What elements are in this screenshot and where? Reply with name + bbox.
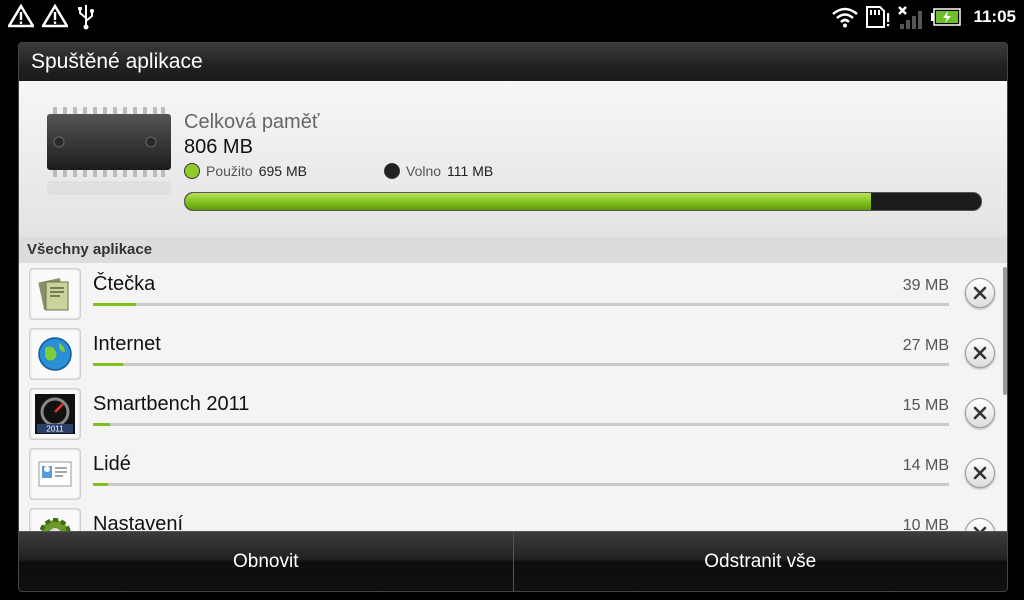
memory-title: Celková paměť <box>184 111 320 133</box>
app-memory-size: 10 MB <box>902 517 949 531</box>
stop-app-button[interactable] <box>965 398 995 428</box>
stop-app-button[interactable] <box>965 458 995 488</box>
memory-usage-bar <box>184 192 982 211</box>
used-dot-icon <box>184 163 200 179</box>
free-label: Volno <box>406 163 442 179</box>
app-name: Nastavení <box>93 513 184 531</box>
app-memory-fill <box>93 363 123 366</box>
app-name: Internet <box>93 333 161 355</box>
app-memory-bar <box>93 483 949 486</box>
section-header: Všechny aplikace <box>19 237 1007 263</box>
app-name: Smartbench 2011 <box>93 393 250 415</box>
close-icon <box>973 406 987 420</box>
running-apps-dialog: Spuštěné aplikace Celková paměť 806 MB P… <box>18 42 1008 592</box>
stop-app-button[interactable] <box>965 278 995 308</box>
refresh-button[interactable]: Obnovit <box>19 532 513 591</box>
stop-app-button[interactable] <box>965 518 995 531</box>
stop-app-button[interactable] <box>965 338 995 368</box>
usb-icon <box>78 5 94 30</box>
used-label: Použito <box>206 163 253 179</box>
app-memory-size: 15 MB <box>902 397 949 414</box>
app-row[interactable]: 2011 Smartbench 2011 15 MB <box>19 383 1007 444</box>
app-row[interactable]: Internet 27 MB <box>19 323 1007 384</box>
app-list[interactable]: Čtečka 39 MB Internet 27 MB 2011 Smartbench 2… <box>19 263 1007 531</box>
app-memory-fill <box>93 423 111 426</box>
app-row[interactable]: Nastavení 10 MB <box>19 503 1007 531</box>
system-icons: 11:05 <box>831 4 1016 30</box>
memory-total: 806 MB <box>184 136 253 158</box>
used-legend: Použito 695 MB <box>184 163 307 179</box>
scrollbar[interactable] <box>1003 267 1007 395</box>
app-memory-size: 39 MB <box>902 277 949 294</box>
button-bar: Obnovit Odstranit vše <box>19 531 1008 591</box>
app-memory-bar <box>93 363 949 366</box>
app-row[interactable]: Lidé 14 MB <box>19 443 1007 504</box>
remove-all-button[interactable]: Odstranit vše <box>512 532 1008 591</box>
dialog-content: Celková paměť 806 MB Použito 695 MB Voln… <box>19 81 1007 531</box>
smartbench-icon: 2011 <box>29 388 81 440</box>
wifi-icon <box>832 7 859 28</box>
battery-charging-icon <box>931 8 962 26</box>
warning-icon <box>42 4 68 28</box>
no-signal-icon <box>898 6 923 29</box>
close-icon <box>973 286 987 300</box>
warning-icon <box>8 4 34 28</box>
settings-icon <box>29 508 81 531</box>
app-memory-fill <box>93 483 109 486</box>
svg-text:2011: 2011 <box>46 425 64 434</box>
free-value: 111 MB <box>447 163 494 179</box>
free-dot-icon <box>384 163 400 179</box>
status-bar: 11:05 <box>0 0 1024 34</box>
sd-card-alert-icon <box>866 6 890 28</box>
used-value: 695 MB <box>258 163 307 179</box>
app-memory-bar <box>93 303 949 306</box>
close-icon <box>973 346 987 360</box>
memory-usage-fill <box>185 193 872 210</box>
contacts-icon <box>29 448 81 500</box>
globe-icon <box>29 328 81 380</box>
app-memory-bar <box>93 423 949 426</box>
close-icon <box>973 466 987 480</box>
memory-chip-icon <box>47 107 171 195</box>
app-name: Lidé <box>93 453 131 475</box>
free-legend: Volno 111 MB <box>384 163 493 179</box>
app-memory-fill <box>93 303 136 306</box>
app-row[interactable]: Čtečka 39 MB <box>19 263 1007 324</box>
app-memory-size: 14 MB <box>902 457 949 474</box>
memory-summary: Celková paměť 806 MB Použito 695 MB Voln… <box>19 81 1007 238</box>
app-memory-size: 27 MB <box>902 337 949 354</box>
notification-icons <box>8 4 96 30</box>
reader-icon <box>29 268 81 320</box>
dialog-title: Spuštěné aplikace <box>19 43 1007 81</box>
app-name: Čtečka <box>93 273 156 295</box>
clock: 11:05 <box>973 7 1016 26</box>
